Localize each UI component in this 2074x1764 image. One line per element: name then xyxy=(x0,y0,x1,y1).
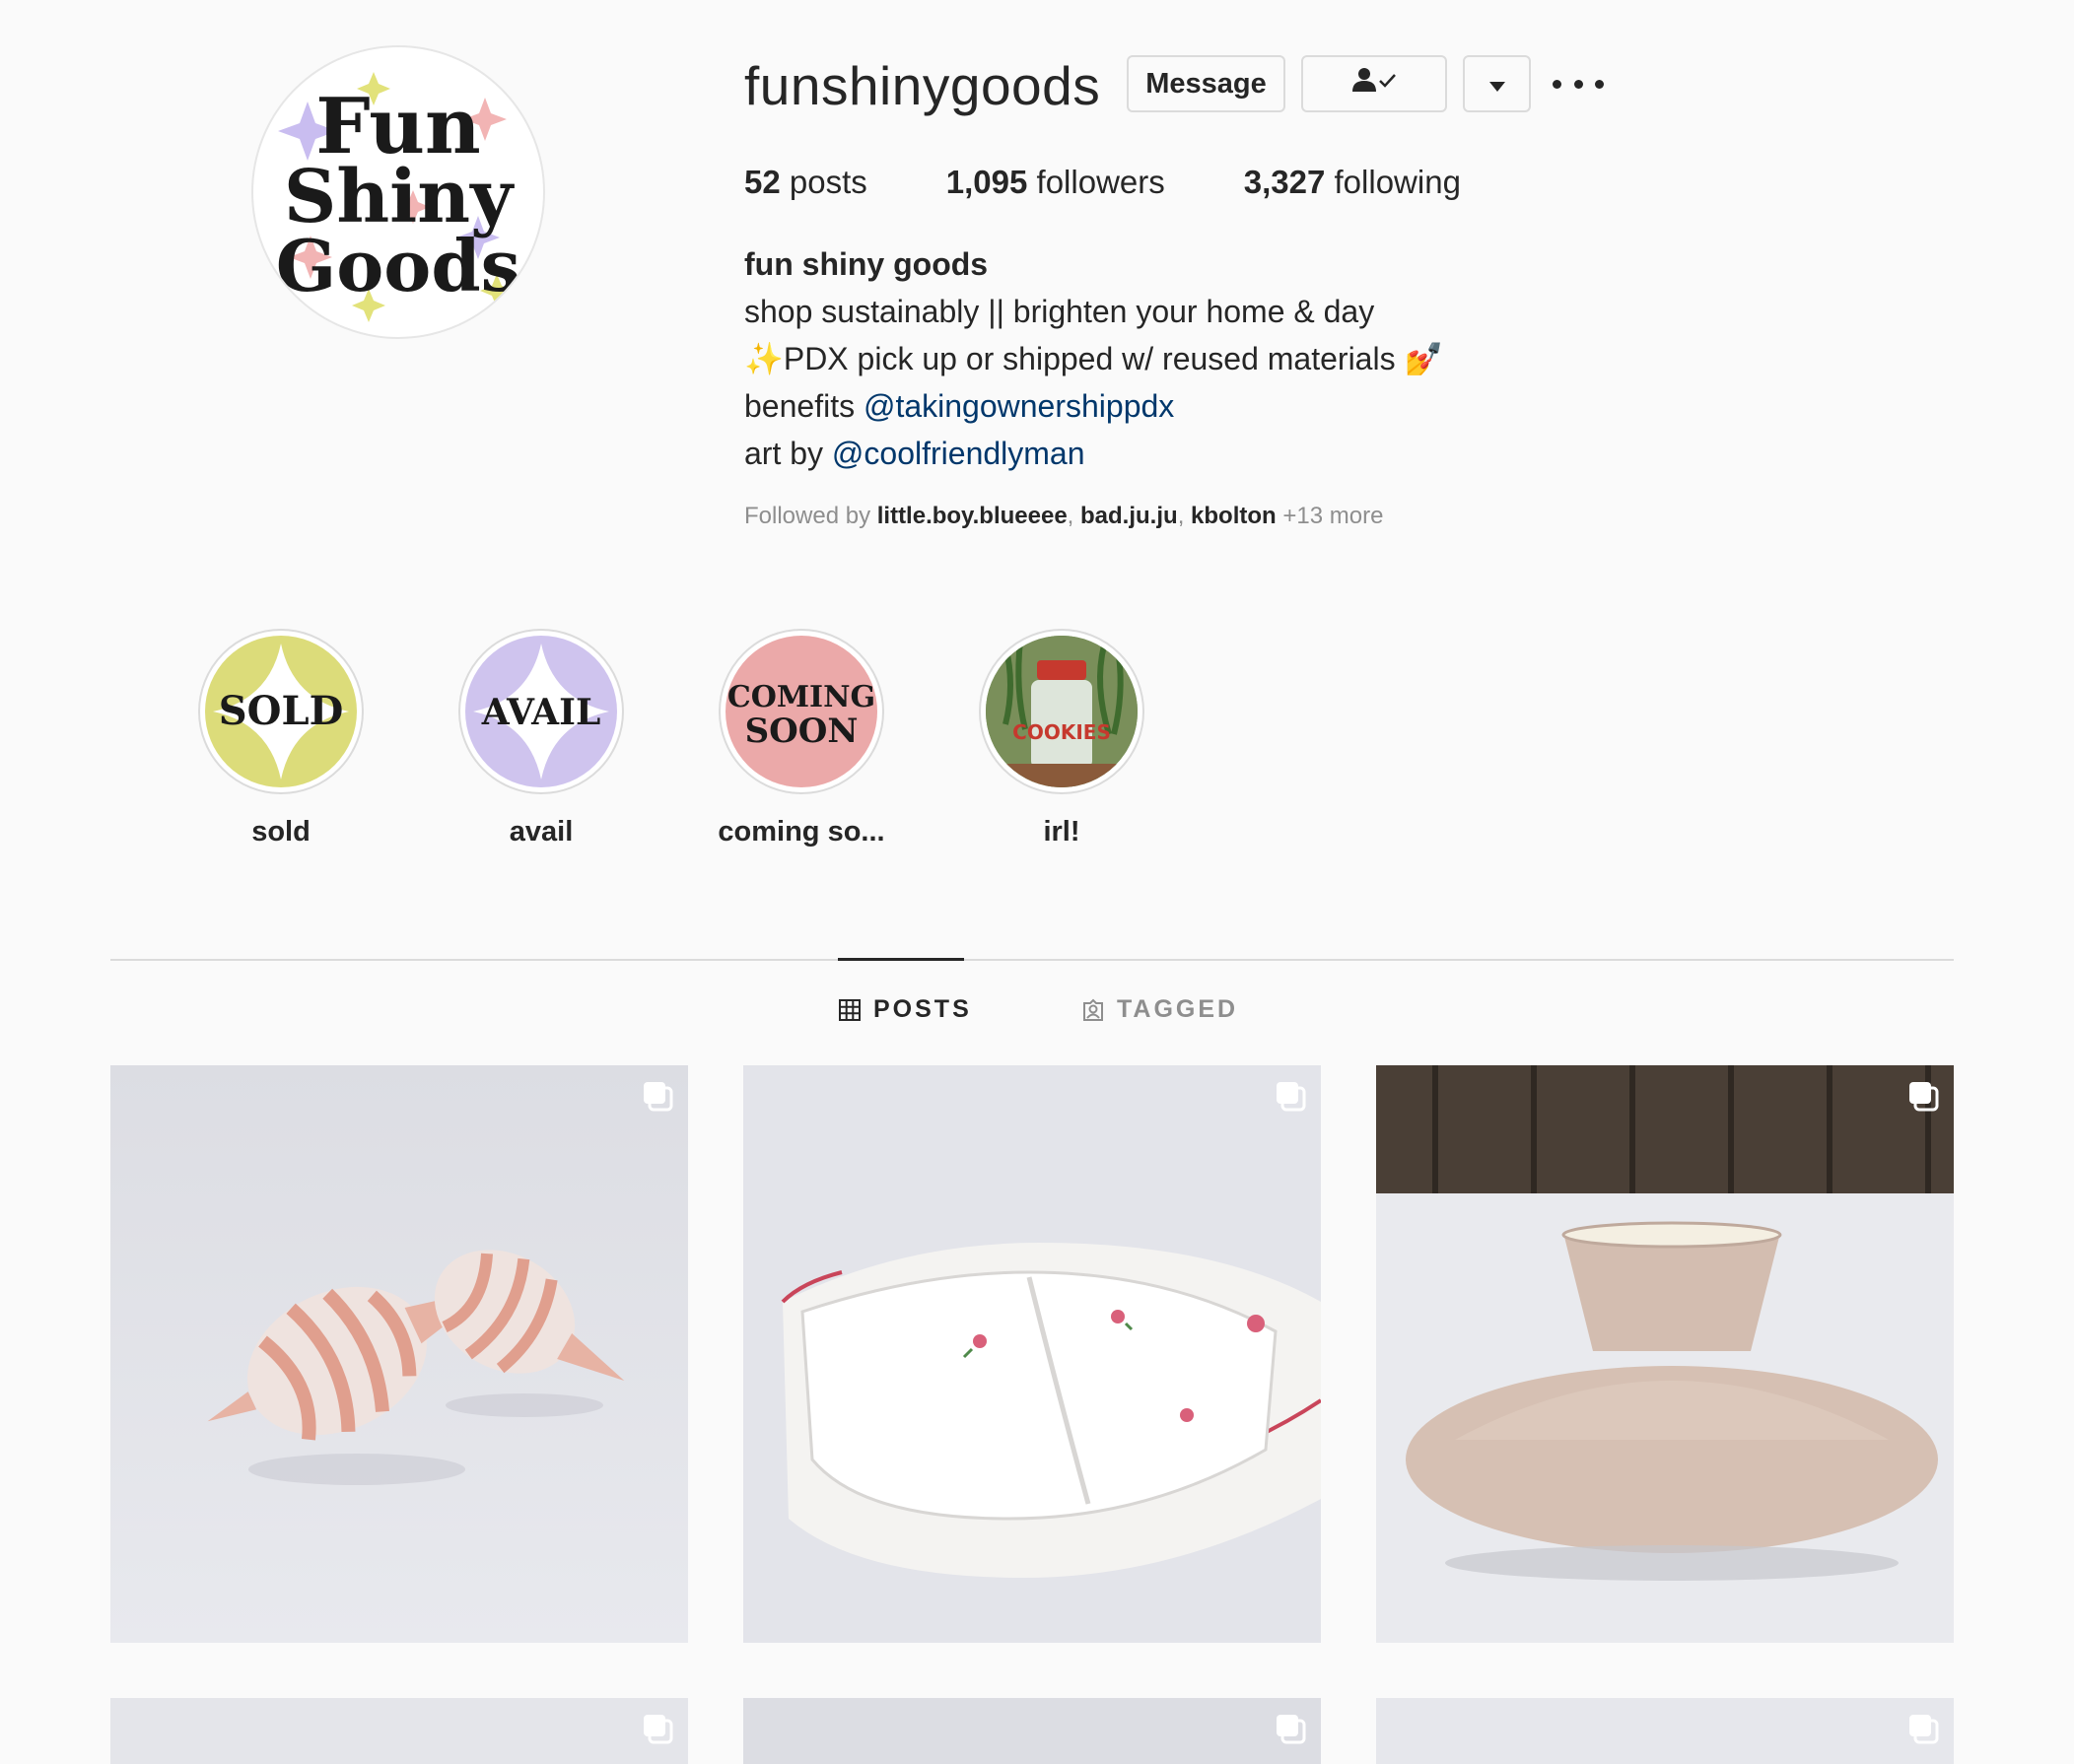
carousel-icon xyxy=(1277,1715,1306,1744)
post-image xyxy=(743,1698,1321,1764)
posts-count: 52 posts xyxy=(744,161,867,204)
following-button[interactable] xyxy=(1301,55,1447,112)
followed-by[interactable]: Followed by little.boy.blueeee, bad.ju.j… xyxy=(744,499,1383,534)
post-tile[interactable] xyxy=(110,1065,688,1643)
bio-line-2-text: PDX pick up or shipped w/ reused materia… xyxy=(783,341,1405,376)
highlight-cover-text: COOKIES xyxy=(1012,720,1111,744)
bio-line-4: art by @coolfriendlyman xyxy=(744,430,1443,477)
highlight-cover: AVAIL xyxy=(465,636,617,787)
followed-by-separator: , xyxy=(1177,503,1192,529)
followed-by-user-1[interactable]: little.boy.blueeee xyxy=(877,503,1068,529)
following-link[interactable]: 3,327 following xyxy=(1244,161,1461,204)
post-tile[interactable] xyxy=(743,1065,1321,1643)
followed-by-user-2[interactable]: bad.ju.ju xyxy=(1080,503,1178,529)
highlight-cover-text: SOON xyxy=(745,712,859,751)
followed-by-more[interactable]: +13 more xyxy=(1277,503,1383,529)
tab-posts[interactable]: POSTS xyxy=(838,995,972,1024)
highlight-label: irl! xyxy=(1043,816,1080,848)
highlight-coming-soon[interactable]: COMING SOON coming so... xyxy=(718,629,885,848)
profile-avatar[interactable]: Fun Shiny Goods xyxy=(251,45,545,339)
fun-shiny-goods-logo: Fun Shiny Goods xyxy=(276,72,520,322)
post-tile[interactable] xyxy=(110,1698,688,1764)
post-tile[interactable] xyxy=(743,1698,1321,1764)
highlight-ring: AVAIL xyxy=(458,629,624,794)
highlight-ring: COOKIES xyxy=(979,629,1144,794)
posts-count-label: posts xyxy=(789,164,867,200)
highlight-label: sold xyxy=(251,816,311,848)
highlight-cover-text: COMING xyxy=(727,680,875,714)
tabs-divider xyxy=(110,959,1954,961)
post-image-dish xyxy=(743,1065,1321,1643)
highlight-avail[interactable]: AVAIL avail xyxy=(457,629,625,848)
post-image-vase xyxy=(1376,1065,1954,1643)
highlight-ring: COMING SOON xyxy=(719,629,884,794)
highlight-cover-text: SOLD xyxy=(219,688,344,734)
highlight-cover: COMING SOON xyxy=(726,636,877,787)
bio-line-4-prefix: art by xyxy=(744,436,832,471)
carousel-icon xyxy=(1277,1082,1306,1112)
highlight-cover: COOKIES xyxy=(986,636,1138,787)
bio-line-2: ✨PDX pick up or shipped w/ reused materi… xyxy=(744,335,1443,382)
followed-by-prefix: Followed by xyxy=(744,503,877,529)
carousel-icon xyxy=(1909,1715,1939,1744)
carousel-icon xyxy=(1909,1082,1939,1112)
coolfriendlyman-link[interactable]: @coolfriendlyman xyxy=(832,436,1085,471)
followers-count-value: 1,095 xyxy=(945,164,1028,200)
post-image-shells xyxy=(110,1065,688,1643)
post-tile[interactable] xyxy=(1376,1065,1954,1643)
following-count-label: following xyxy=(1334,164,1461,200)
highlight-irl[interactable]: COOKIES irl! xyxy=(978,629,1145,848)
person-check-icon xyxy=(1350,66,1398,102)
tab-posts-label: POSTS xyxy=(873,995,972,1023)
bio-line-3-prefix: benefits xyxy=(744,388,864,424)
followers-count-label: followers xyxy=(1036,164,1165,200)
post-tile[interactable] xyxy=(1376,1698,1954,1764)
followed-by-user-3[interactable]: kbolton xyxy=(1191,503,1277,529)
sparkles-emoji: ✨ xyxy=(744,341,784,376)
highlight-cover: SOLD xyxy=(205,636,357,787)
highlight-sold[interactable]: SOLD sold xyxy=(197,629,365,848)
carousel-icon xyxy=(644,1082,673,1112)
highlight-cover-text: AVAIL xyxy=(481,692,601,733)
more-options-icon[interactable] xyxy=(1553,69,1604,99)
tab-tagged[interactable]: TAGGED xyxy=(1081,995,1238,1024)
bio-line-3: benefits @takingownershippdx xyxy=(744,382,1443,430)
following-count-value: 3,327 xyxy=(1243,164,1326,200)
nail-polish-emoji: 💅 xyxy=(1404,341,1444,376)
highlight-ring: SOLD xyxy=(198,629,364,794)
message-button[interactable]: Message xyxy=(1127,55,1285,112)
post-image xyxy=(1376,1698,1954,1764)
carousel-icon xyxy=(644,1715,673,1744)
grid-icon xyxy=(839,998,861,1021)
post-image xyxy=(110,1698,688,1764)
followed-by-separator: , xyxy=(1067,503,1081,529)
takingownershippdx-link[interactable]: @takingownershippdx xyxy=(864,388,1174,424)
followers-link[interactable]: 1,095 followers xyxy=(946,161,1165,204)
profile-bio: fun shiny goods shop sustainably || brig… xyxy=(744,240,1443,477)
tagged-person-icon xyxy=(1083,998,1103,1021)
profile-full-name: fun shiny goods xyxy=(744,246,989,282)
active-tab-indicator xyxy=(838,958,964,961)
caret-down-icon xyxy=(1488,68,1506,101)
avatar-text-goods: Goods xyxy=(276,224,520,307)
profile-username: funshinygoods xyxy=(744,55,1101,116)
tab-tagged-label: TAGGED xyxy=(1117,995,1239,1023)
bio-line-1: shop sustainably || brighten your home &… xyxy=(744,294,1375,329)
suggested-dropdown-button[interactable] xyxy=(1463,55,1531,112)
profile-stats: 52 posts 1,095 followers 3,327 following xyxy=(744,161,1540,204)
posts-count-value: 52 xyxy=(744,164,781,200)
highlight-label: coming so... xyxy=(718,816,885,848)
highlight-label: avail xyxy=(509,816,574,848)
